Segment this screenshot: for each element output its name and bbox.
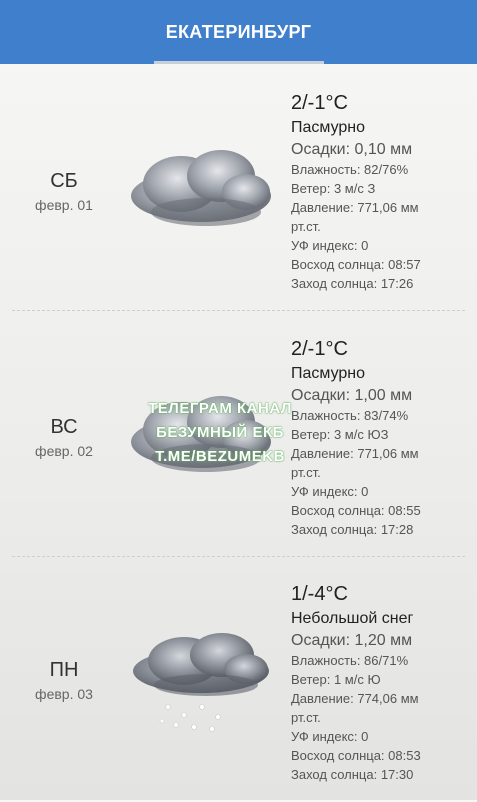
watermark: ТЕЛЕГРАМ КАНАЛ БЕЗУМНЫЙ ЕКБ T.ME/BEZUMEK… xyxy=(140,397,300,469)
wind: Ветер: 1 м/с Ю xyxy=(291,672,381,687)
watermark-line: ТЕЛЕГРАМ КАНАЛ xyxy=(148,400,292,417)
pressure: Давление: 771,06 мм xyxy=(291,200,419,215)
weather-details: 1/-4°C Небольшой снег Осадки: 1,20 мм Вл… xyxy=(291,582,471,784)
pressure-unit: рт.ст. xyxy=(291,465,321,480)
day-of-week: ПН xyxy=(49,659,79,681)
uv-index: УФ индекс: 0 xyxy=(291,729,369,744)
sunrise: Восход солнца: 08:55 xyxy=(291,503,421,518)
day-label: ПН февр. 03 xyxy=(0,659,128,702)
temperature: 2/-1°C xyxy=(291,92,348,114)
sunrise: Восход солнца: 08:53 xyxy=(291,748,421,763)
weather-details: 2/-1°C Пасмурно Осадки: 0,10 мм Влажност… xyxy=(291,91,471,293)
city-title: ЕКАТЕРИНБУРГ xyxy=(165,21,312,42)
app-header: ЕКАТЕРИНБУРГ xyxy=(0,0,477,64)
day-of-week: ВС xyxy=(50,416,78,438)
uv-index: УФ индекс: 0 xyxy=(291,238,369,253)
cloudy-icon xyxy=(131,150,271,226)
condition: Пасмурно xyxy=(291,119,366,136)
pressure-unit: рт.ст. xyxy=(291,219,321,234)
humidity: Влажность: 86/71% xyxy=(291,653,409,668)
humidity: Влажность: 83/74% xyxy=(291,408,409,423)
wind: Ветер: 3 м/с З xyxy=(291,181,376,196)
condition: Небольшой снег xyxy=(291,610,414,627)
forecast-day-card[interactable]: ПН февр. 03 1/-4°C Небольшой снег Осадки… xyxy=(0,557,477,802)
sunset: Заход солнца: 17:28 xyxy=(291,522,414,537)
temperature: 1/-4°C xyxy=(291,583,348,605)
day-label: СБ февр. 01 xyxy=(0,170,128,213)
temperature: 2/-1°C xyxy=(291,338,348,360)
uv-index: УФ индекс: 0 xyxy=(291,484,369,499)
day-label: ВС февр. 02 xyxy=(0,416,128,459)
sunrise: Восход солнца: 08:57 xyxy=(291,257,421,272)
day-date: февр. 03 xyxy=(35,686,93,702)
sunset: Заход солнца: 17:30 xyxy=(291,767,414,782)
watermark-line: БЕЗУМНЫЙ ЕКБ xyxy=(156,424,284,441)
light-snow-icon xyxy=(133,633,269,732)
condition: Пасмурно xyxy=(291,365,366,382)
humidity: Влажность: 82/76% xyxy=(291,162,409,177)
day-of-week: СБ xyxy=(50,170,78,192)
watermark-line: T.ME/BEZUMEKB xyxy=(155,448,285,465)
day-date: февр. 02 xyxy=(35,443,93,459)
pressure: Давление: 774,06 мм xyxy=(291,691,419,706)
day-date: февр. 01 xyxy=(35,197,93,213)
weather-details: 2/-1°C Пасмурно Осадки: 1,00 мм Влажност… xyxy=(291,337,471,539)
forecast-day-card[interactable]: СБ февр. 01 2/-1°C Пасмурно Осадки: 0,10… xyxy=(0,66,477,311)
pressure: Давление: 771,06 мм xyxy=(291,446,419,461)
precipitation: Осадки: 1,00 мм xyxy=(291,387,413,404)
tab-indicator xyxy=(153,61,324,64)
divider xyxy=(12,310,465,311)
precipitation: Осадки: 0,10 мм xyxy=(291,141,413,158)
pressure-unit: рт.ст. xyxy=(291,710,321,725)
tab-city[interactable]: ЕКАТЕРИНБУРГ xyxy=(153,0,324,64)
wind: Ветер: 3 м/с ЮЗ xyxy=(291,427,389,442)
precipitation: Осадки: 1,20 мм xyxy=(291,632,413,649)
sunset: Заход солнца: 17:26 xyxy=(291,276,414,291)
